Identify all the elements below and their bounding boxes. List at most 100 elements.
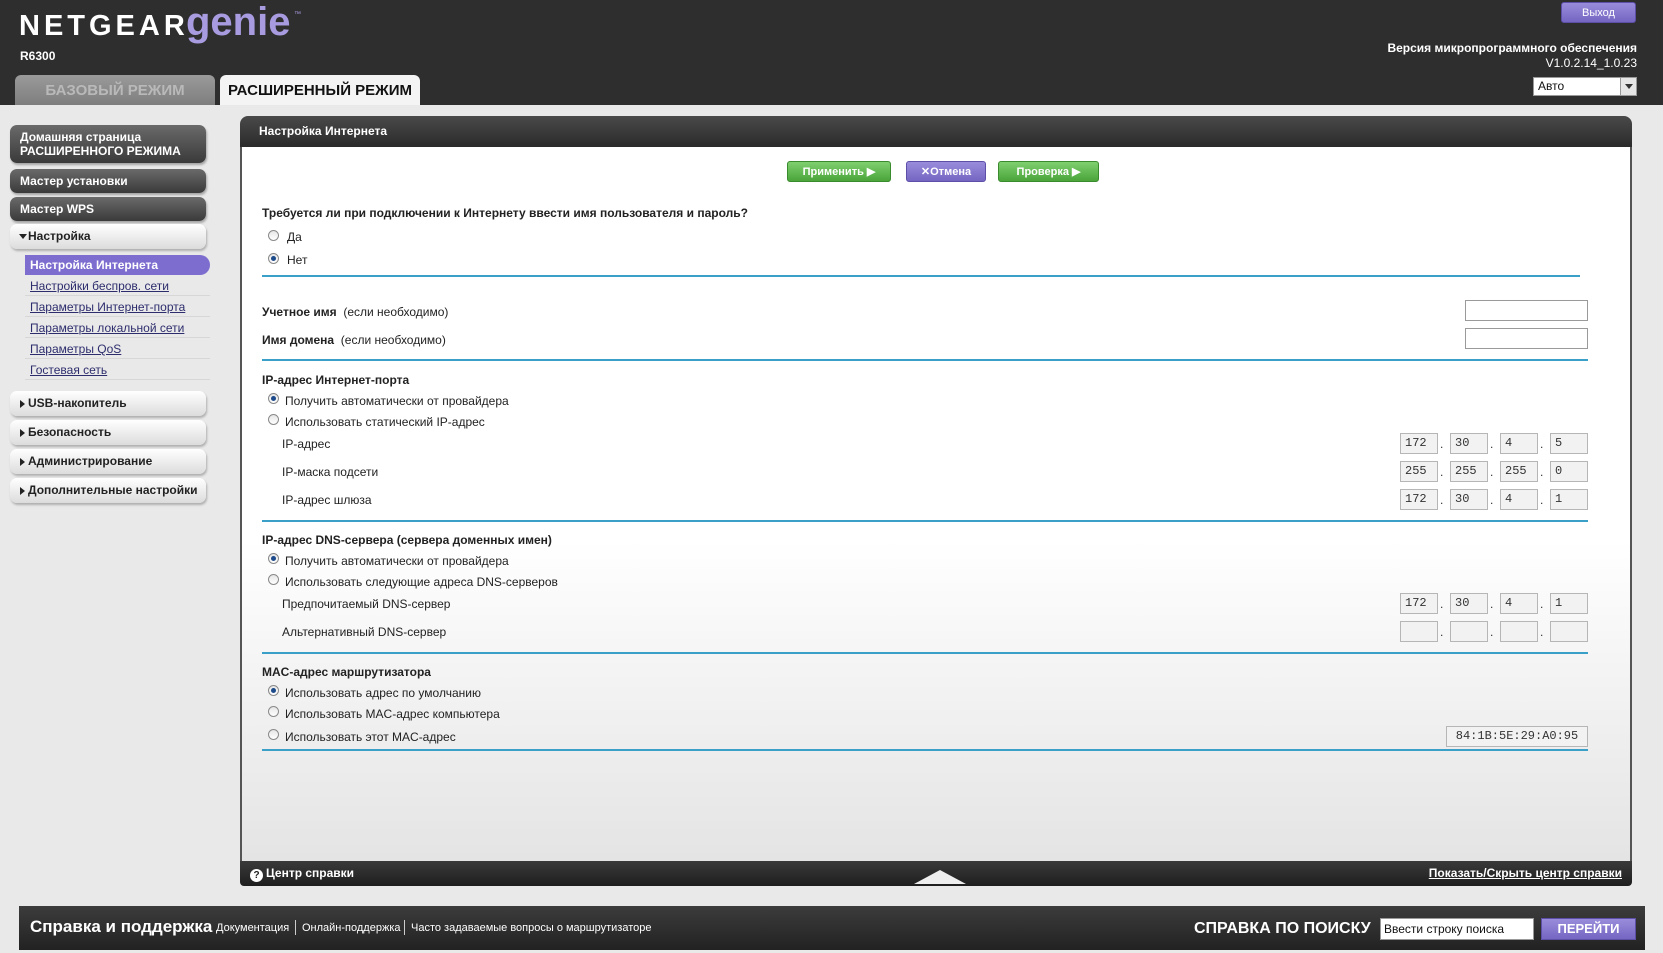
section-divider <box>262 749 1588 751</box>
link-separator <box>295 920 296 935</box>
sidebar-sub-qos[interactable]: Параметры QoS <box>25 339 210 359</box>
gateway-octet-1[interactable]: 172 <box>1400 489 1438 510</box>
primary-dns-octet-1[interactable]: 172 <box>1400 593 1438 614</box>
caret-down-icon <box>19 234 27 239</box>
dns-auto-label: Получить автоматически от провайдера <box>285 554 509 568</box>
apply-button[interactable]: Применить ▶ <box>787 161 891 182</box>
sidebar-item-usb[interactable]: USB-накопитель <box>10 391 206 416</box>
mac-custom-label: Использовать этот MAC-адрес <box>285 730 456 744</box>
octet-separator: . <box>1490 625 1494 639</box>
gateway-octet-2[interactable]: 30 <box>1450 489 1488 510</box>
sidebar-item-advanced-home[interactable]: Домашняя страница РАСШИРЕННОГО РЕЖИМА <box>10 125 206 163</box>
link-separator <box>404 920 405 935</box>
caret-right-icon <box>20 487 25 495</box>
main-panel: Настройка Интернета Применить ▶ ✕Отмена … <box>240 116 1632 889</box>
mac-custom-radio[interactable] <box>268 729 279 740</box>
primary-dns-octet-3[interactable]: 4 <box>1500 593 1538 614</box>
login-no-radio[interactable] <box>268 253 279 264</box>
chevron-down-icon[interactable] <box>1620 78 1636 95</box>
cancel-button-label: Отмена <box>930 166 972 178</box>
domain-name-input[interactable] <box>1465 328 1588 349</box>
octet-separator: . <box>1490 597 1494 611</box>
octet-separator: . <box>1490 465 1494 479</box>
dns-auto-radio[interactable] <box>268 553 279 564</box>
search-input[interactable] <box>1380 918 1534 940</box>
test-button[interactable]: Проверка ▶ <box>998 161 1099 182</box>
language-select[interactable]: Авто <box>1533 77 1637 96</box>
sidebar-item-wps-wizard[interactable]: Мастер WPS <box>10 197 206 221</box>
expand-arrow-icon[interactable] <box>914 870 966 884</box>
octet-separator: . <box>1490 493 1494 507</box>
ip-static-radio[interactable] <box>268 414 279 425</box>
sidebar-item-setup-label: Настройка <box>28 229 91 243</box>
ip-address-octet-3[interactable]: 4 <box>1500 433 1538 454</box>
sidebar-sub-guest[interactable]: Гостевая сеть <box>25 360 210 380</box>
gateway-octet-4[interactable]: 1 <box>1550 489 1588 510</box>
sidebar-sub-wireless[interactable]: Настройки беспров. сети <box>25 276 210 296</box>
search-go-button[interactable]: ПЕРЕЙТИ <box>1541 918 1636 940</box>
sidebar-item-advanced-setup[interactable]: Дополнительные настройки <box>10 478 206 503</box>
genie-logo: genie <box>186 0 291 44</box>
sidebar-item-administration-label: Администрирование <box>28 454 153 468</box>
toggle-help-link[interactable]: Показать/Скрыть центр справки <box>1429 866 1622 880</box>
mac-computer-radio[interactable] <box>268 706 279 717</box>
secondary-dns-octet-4[interactable] <box>1550 621 1588 642</box>
domain-name-label: Имя домена (если необходимо) <box>262 333 446 347</box>
ip-address-octet-2[interactable]: 30 <box>1450 433 1488 454</box>
support-bar: Справка и поддержка Документация Онлайн-… <box>19 906 1645 950</box>
online-support-link[interactable]: Онлайн-поддержка <box>302 922 400 934</box>
logout-button[interactable]: Выход <box>1561 2 1636 23</box>
tab-advanced-mode[interactable]: РАСШИРЕННЫЙ РЕЖИМ <box>220 75 420 105</box>
mac-address-input[interactable]: 84:1B:5E:29:A0:95 <box>1446 726 1588 747</box>
secondary-dns-octet-3[interactable] <box>1500 621 1538 642</box>
help-center-bar: ? Центр справки Показать/Скрыть центр спр… <box>240 861 1632 886</box>
mac-default-radio[interactable] <box>268 685 279 696</box>
login-yes-radio[interactable] <box>268 230 279 241</box>
primary-dns-label: Предпочитаемый DNS-сервер <box>282 597 451 611</box>
sidebar-sub-wan[interactable]: Параметры Интернет-порта <box>25 297 210 317</box>
sidebar-item-setup[interactable]: Настройка <box>10 224 206 249</box>
octet-separator: . <box>1440 597 1444 611</box>
octet-separator: . <box>1440 465 1444 479</box>
sidebar-sub-lan[interactable]: Параметры локальной сети <box>25 318 210 338</box>
documentation-link[interactable]: Документация <box>216 922 289 934</box>
sidebar-item-administration[interactable]: Администрирование <box>10 449 206 474</box>
secondary-dns-octet-2[interactable] <box>1450 621 1488 642</box>
search-help-label: СПРАВКА ПО ПОИСКУ <box>1194 920 1371 937</box>
octet-separator: . <box>1490 437 1494 451</box>
dns-manual-radio[interactable] <box>268 574 279 585</box>
section-divider <box>262 275 1580 277</box>
account-name-input[interactable] <box>1465 300 1588 321</box>
firmware-label: Версия микропрограммного обеспечения <box>1387 41 1637 55</box>
ip-auto-radio[interactable] <box>268 393 279 404</box>
tab-basic-mode[interactable]: БАЗОВЫЙ РЕЖИМ <box>15 75 215 105</box>
subnet-octet-2[interactable]: 255 <box>1450 461 1488 482</box>
language-value: Авто <box>1538 79 1565 93</box>
primary-dns-octet-2[interactable]: 30 <box>1450 593 1488 614</box>
sidebar-sub-internet-setup[interactable]: Настройка Интернета <box>25 255 210 275</box>
router-model: R6300 <box>20 49 56 63</box>
firmware-version: V1.0.2.14_1.0.23 <box>1545 56 1637 70</box>
ip-address-octet-4[interactable]: 5 <box>1550 433 1588 454</box>
account-name-label: Учетное имя (если необходимо) <box>262 305 449 319</box>
octet-separator: . <box>1540 437 1544 451</box>
secondary-dns-octet-1[interactable] <box>1400 621 1438 642</box>
primary-dns-octet-4[interactable]: 1 <box>1550 593 1588 614</box>
main-content: Применить ▶ ✕Отмена Проверка ▶ Требуется… <box>240 147 1632 861</box>
sidebar-item-setup-wizard[interactable]: Мастер установки <box>10 169 206 193</box>
gateway-octet-3[interactable]: 4 <box>1500 489 1538 510</box>
help-center-link[interactable]: ? Центр справки <box>250 866 354 882</box>
sidebar-item-security[interactable]: Безопасность <box>10 420 206 445</box>
faq-link[interactable]: Часто задаваемые вопросы о маршрутизатор… <box>411 922 652 934</box>
sidebar-home-line2: РАСШИРЕННОГО РЕЖИМА <box>20 144 181 158</box>
help-icon: ? <box>250 869 263 882</box>
ip-address-octet-1[interactable]: 172 <box>1400 433 1438 454</box>
secondary-dns-label: Альтернативный DNS-сервер <box>282 625 447 639</box>
subnet-octet-3[interactable]: 255 <box>1500 461 1538 482</box>
octet-separator: . <box>1540 493 1544 507</box>
sidebar-item-security-label: Безопасность <box>28 425 112 439</box>
section-divider <box>262 520 1588 522</box>
subnet-octet-4[interactable]: 0 <box>1550 461 1588 482</box>
cancel-button[interactable]: ✕Отмена <box>906 161 986 182</box>
subnet-octet-1[interactable]: 255 <box>1400 461 1438 482</box>
